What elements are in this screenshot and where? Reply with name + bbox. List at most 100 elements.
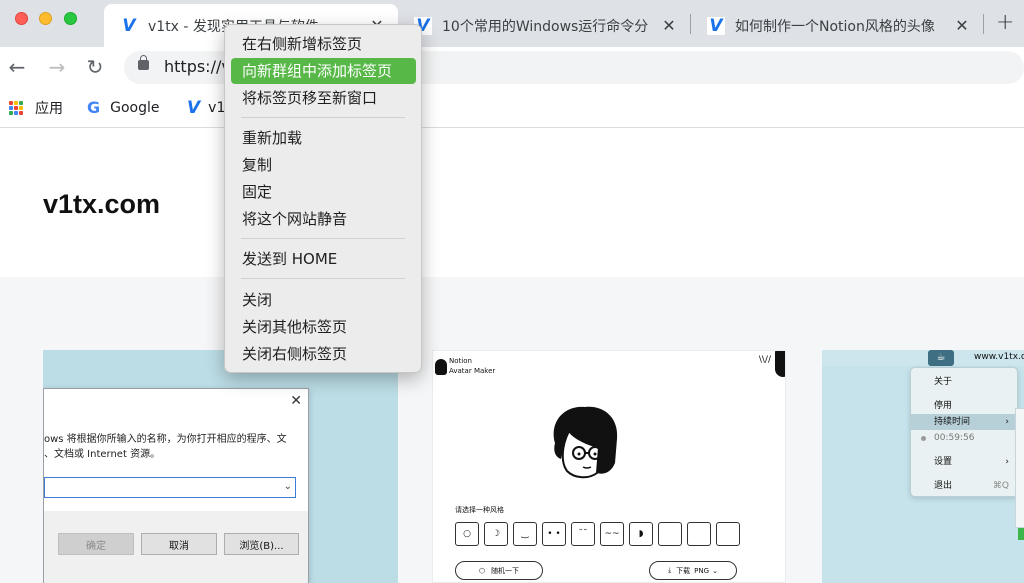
menu-item-label: 设置: [934, 457, 953, 467]
style-options: ○ ☽ ‿ • • ˘˘ ~~ ◗: [455, 522, 740, 546]
style-option: [687, 522, 711, 546]
menu-item-quit: 退出 ⌘Q: [911, 478, 1017, 494]
download-icon: ⤓: [668, 566, 672, 574]
format-label: PNG: [694, 566, 710, 575]
dot-icon: [921, 436, 926, 441]
style-option: [658, 522, 682, 546]
minimize-window-button[interactable]: [39, 12, 52, 25]
menu-item-mute-site[interactable]: 将这个网站静音: [231, 206, 416, 232]
submenu-edge: [1015, 408, 1024, 528]
article-card-run-commands[interactable]: ✕ ows 将根据你所输入的名称，为你打开相应的程序、文 、文档或 Intern…: [43, 350, 398, 583]
menu-item-new-tab-right[interactable]: 在右侧新增标签页: [231, 31, 416, 57]
v1tx-icon: V: [707, 16, 725, 36]
chevron-down-icon: ⌄: [283, 481, 292, 492]
chevron-right-icon: ›: [1005, 417, 1009, 427]
article-grid: ✕ ows 将根据你所输入的名称，为你打开相应的程序、文 、文档或 Intern…: [0, 277, 1024, 583]
forward-button[interactable]: →: [45, 55, 69, 79]
notion-brand: Notion Avatar Maker: [449, 356, 495, 376]
style-option: [716, 522, 740, 546]
run-text-line: 、文档或 Internet 资源。: [44, 449, 161, 460]
bookmark-label: v1: [208, 100, 226, 116]
avatar-face-icon: [553, 406, 618, 479]
bookmark-label: Google: [110, 99, 160, 116]
coffee-cup-icon: ☕: [928, 350, 954, 366]
menu-item-label: 持续时间: [934, 417, 971, 427]
menu-item-reload[interactable]: 重新加载: [231, 125, 416, 151]
lock-icon[interactable]: [138, 55, 149, 70]
brand-line: Notion: [449, 357, 472, 365]
cancel-button: 取消: [141, 533, 217, 555]
menu-item-timer: 00:59:56: [911, 430, 1017, 446]
menu-item-close-right[interactable]: 关闭右侧标签页: [231, 341, 416, 367]
run-dialog-footer: 确定 取消 浏览(B)...: [44, 511, 308, 583]
menubar-preview: ☕ www.v1tx.c: [822, 350, 1024, 366]
menubar-dropdown: 关于 停用 持续时间 › 00:59:56 设置 › 退出 ⌘Q: [910, 367, 1018, 497]
v1tx-icon: V: [187, 98, 201, 118]
back-button[interactable]: ←: [5, 55, 29, 79]
menu-item-move-to-new-window[interactable]: 将标签页移至新窗口: [231, 85, 416, 111]
menu-item-duplicate[interactable]: 复制: [231, 152, 416, 178]
menu-item-close[interactable]: 关闭: [231, 287, 416, 313]
style-option: ‿: [513, 522, 537, 546]
site-header: v1tx.com: [0, 129, 1024, 277]
chevron-right-icon: ›: [1005, 457, 1009, 467]
close-icon[interactable]: ✕: [660, 16, 678, 35]
bookmark-google[interactable]: G Google: [87, 98, 160, 117]
menu-item-close-others[interactable]: 关闭其他标签页: [231, 314, 416, 340]
download-button: ⤓ 下载 PNG ⌄: [649, 561, 737, 580]
bookmark-apps[interactable]: 应用: [9, 98, 63, 118]
menubar-url: www.v1tx.c: [974, 352, 1024, 362]
menu-item-duration: 持续时间 ›: [911, 414, 1017, 430]
style-prompt: 请选择一种风格: [455, 506, 504, 514]
menu-item-settings: 设置 ›: [911, 454, 1017, 470]
tab-notion-avatar[interactable]: V 如何制作一个Notion风格的头像 ✕: [691, 4, 983, 47]
menu-separator: [241, 278, 405, 279]
toolbar: ← → ↻ https://v: [0, 47, 1024, 88]
bookmark-label: 应用: [35, 101, 63, 117]
url-text[interactable]: https://v: [164, 57, 231, 76]
apps-grid-icon: [9, 101, 23, 115]
bookmarks-bar: 应用 G Google V v1: [0, 88, 1024, 128]
chevron-down-icon: ⌄: [712, 566, 718, 575]
close-icon: ✕: [290, 393, 302, 409]
close-icon[interactable]: ✕: [953, 16, 971, 35]
shortcut-label: ⌘Q: [992, 481, 1009, 491]
bookmark-v1tx[interactable]: V v1: [187, 98, 225, 118]
article-card-menubar-app[interactable]: ☕ www.v1tx.c 关于 停用 持续时间 › 00:59:56 设置 ›: [822, 350, 1024, 583]
random-button: ⬡ 随机一下: [455, 561, 543, 580]
reload-button[interactable]: ↻: [83, 55, 107, 79]
style-option: ˘˘: [571, 522, 595, 546]
maximize-window-button[interactable]: [64, 12, 77, 25]
site-title[interactable]: v1tx.com: [43, 189, 160, 220]
menu-item-label: 退出: [934, 481, 953, 491]
tab-title: 10个常用的Windows运行命令分: [442, 18, 649, 35]
check-icon: [1018, 528, 1024, 540]
menu-item-label: 00:59:56: [934, 433, 975, 443]
article-card-notion-avatar[interactable]: Notion Avatar Maker \\// 请选择一种风格 ○ ☽ ‿ •: [432, 350, 786, 583]
page: v1tx.com ✕ ows 将根据你所输入的名称，为你打开相应的程序、文 、文…: [0, 129, 1024, 583]
tab-separator: [983, 14, 984, 34]
menu-item-send-to-home[interactable]: 发送到 HOME: [231, 246, 416, 272]
dice-icon: ⬡: [478, 566, 486, 575]
style-option: ◗: [629, 522, 653, 546]
new-tab-button[interactable]: +: [996, 10, 1014, 35]
menu-item-pin[interactable]: 固定: [231, 179, 416, 205]
menu-item-add-to-new-group[interactable]: 向新群组中添加标签页: [231, 58, 416, 84]
sparkle-icon: \\//: [758, 355, 771, 365]
tab-strip: V v1tx - 发现实用工具与软件 ✕ V 10个常用的Windows运行命令…: [0, 0, 1024, 47]
button-label: 随机一下: [491, 566, 520, 575]
decorative-blob-icon: [775, 351, 785, 377]
close-window-button[interactable]: [15, 12, 28, 25]
v1tx-icon: V: [120, 16, 138, 36]
tab-title: 如何制作一个Notion风格的头像: [735, 18, 935, 35]
menu-separator: [241, 117, 405, 118]
ok-button: 确定: [58, 533, 134, 555]
notion-avatar-logo-icon: [435, 359, 447, 375]
menu-separator: [241, 238, 405, 239]
button-label: 下载: [676, 566, 691, 575]
menu-item-about: 关于: [934, 377, 953, 387]
run-input: ⌄: [44, 477, 296, 498]
tab-windows-commands[interactable]: V 10个常用的Windows运行命令分 ✕: [398, 4, 690, 47]
browse-button: 浏览(B)...: [224, 533, 299, 555]
style-option: ☽: [484, 522, 508, 546]
